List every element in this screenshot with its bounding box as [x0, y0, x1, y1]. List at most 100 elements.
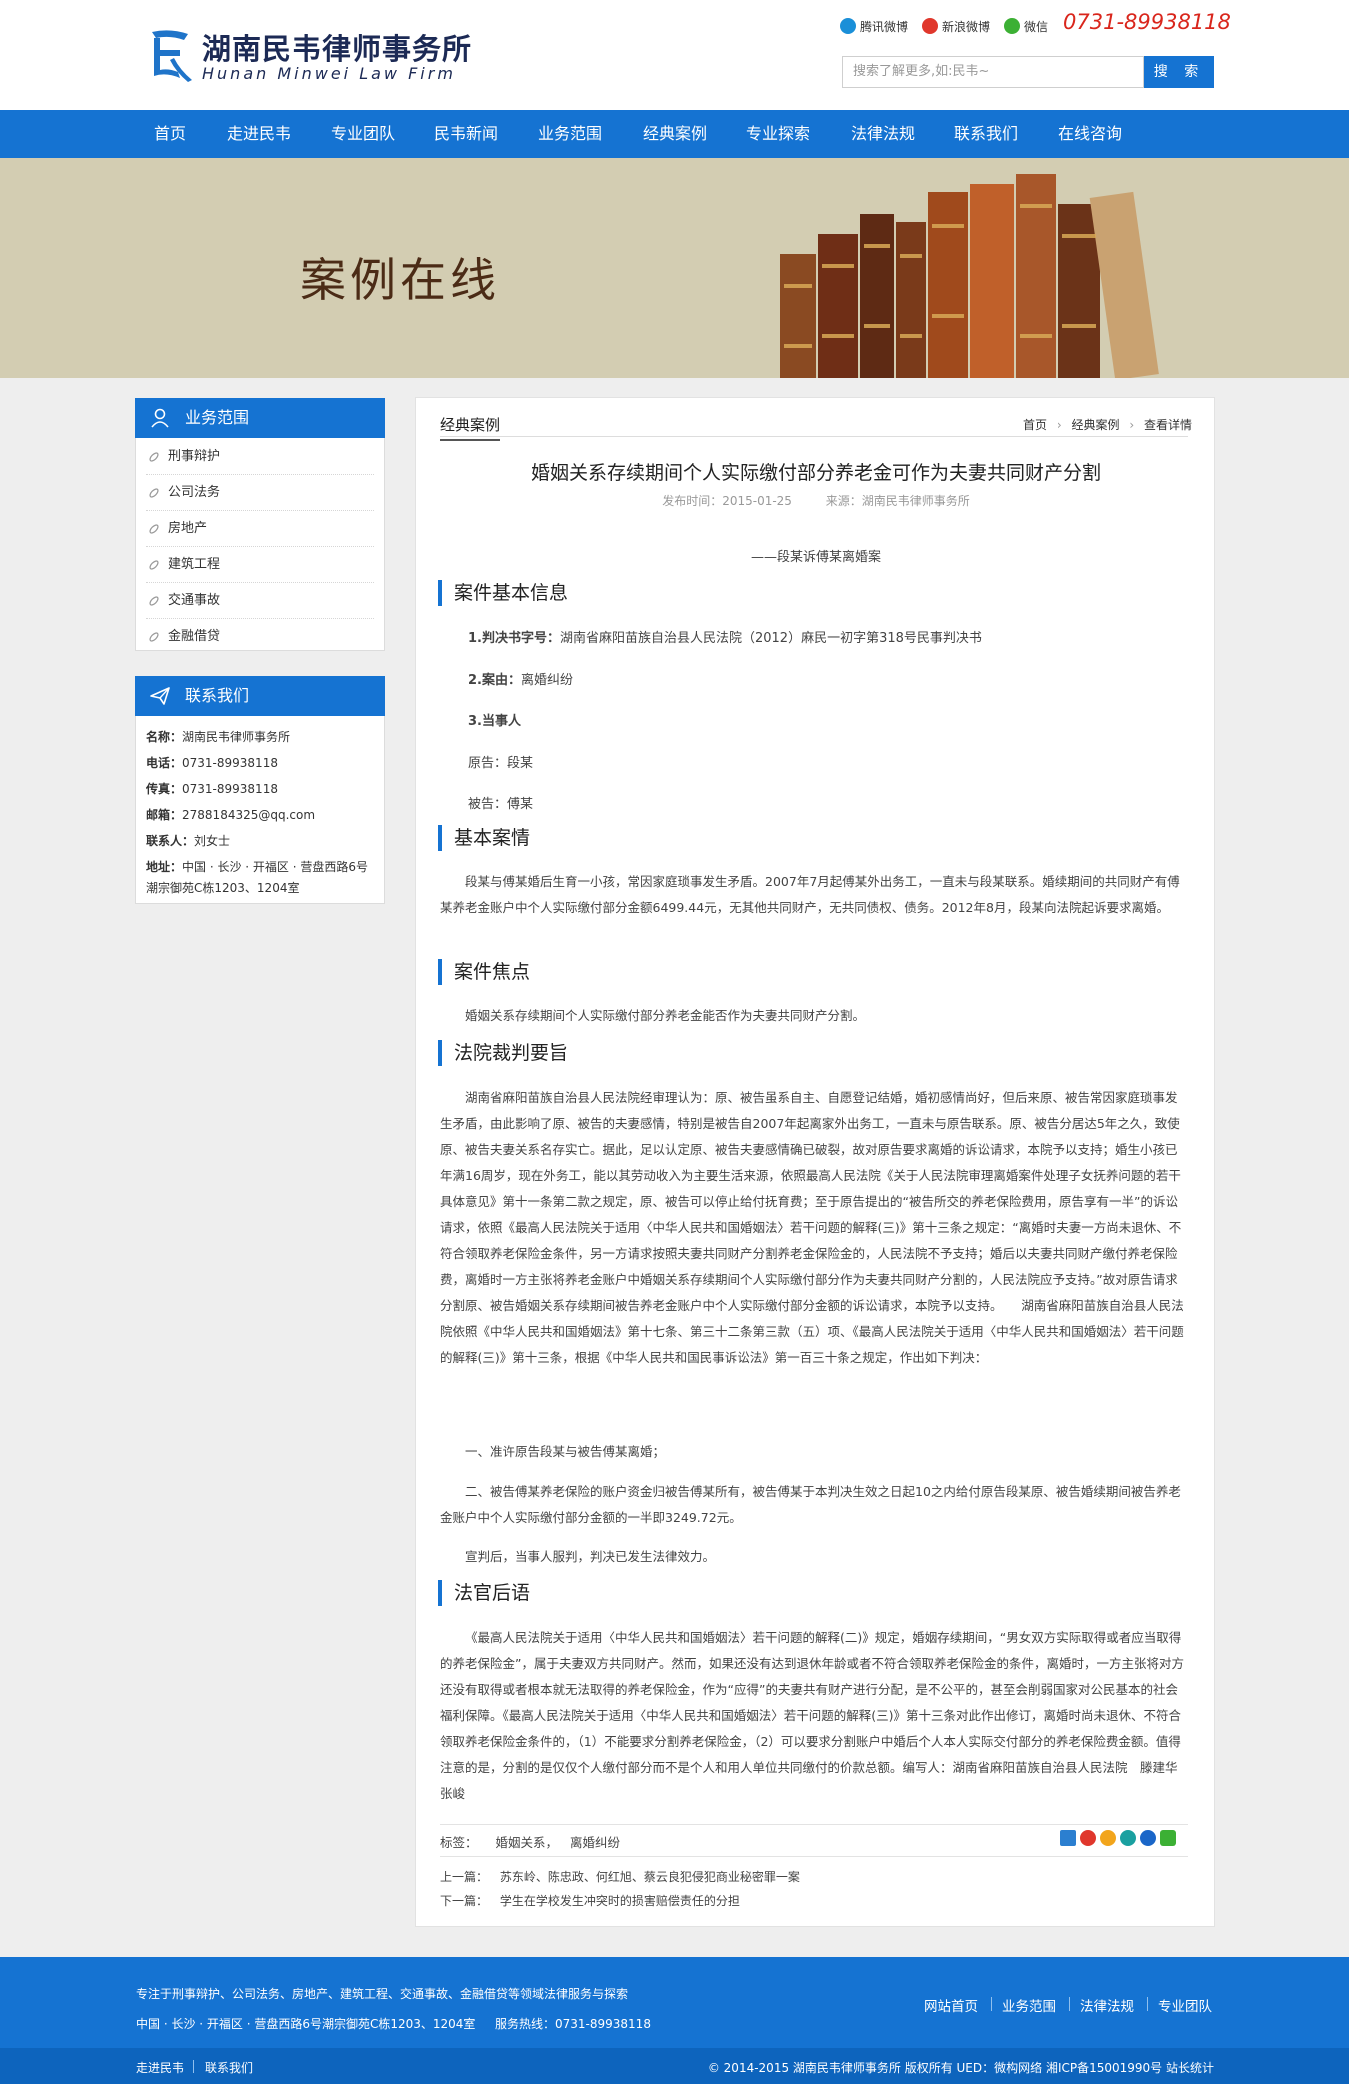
tag-link[interactable]: 离婚纠纷: [570, 1835, 620, 1850]
footer-bottom-link-contact[interactable]: 联系我们: [205, 2059, 253, 2076]
defendant: 被告：傅某: [468, 797, 534, 812]
afterword-paragraph: 《最高人民法院关于适用〈中华人民共和国婚姻法〉若干问题的解释(二)》规定，婚姻存…: [440, 1630, 1191, 1801]
verdict-2: 二、被告傅某养老保险的账户资金归被告傅某所有，被告傅某于本判决生效之日起10之内…: [440, 1484, 1181, 1525]
wechat-share-icon[interactable]: [1160, 1830, 1176, 1846]
wechat-icon: [1004, 18, 1021, 34]
footer-bottom-divider: [193, 2060, 194, 2073]
search-input[interactable]: 搜索了解更多,如:民韦~: [842, 56, 1144, 88]
footer-bottom-link-about[interactable]: 走进民韦: [136, 2059, 184, 2076]
tencent-weibo-label: 腾讯微博: [860, 19, 909, 34]
next-label: 下一篇：: [440, 1894, 489, 1908]
next-article: 下一篇： 学生在学校发生冲突时的损害赔偿责任的分担: [440, 1892, 740, 1909]
category-item[interactable]: 房地产: [146, 511, 374, 547]
pinterest-share-icon[interactable]: [1120, 1830, 1136, 1846]
plaintiff: 原告：段某: [468, 756, 534, 771]
footer-link-team[interactable]: 专业团队: [1158, 1995, 1212, 2015]
nav-item-contact[interactable]: 联系我们: [954, 110, 1018, 158]
info-cause: 2.案由：离婚纠纷: [468, 673, 573, 688]
renren-share-icon[interactable]: [1140, 1830, 1156, 1846]
share-plus-icon[interactable]: [1060, 1830, 1076, 1846]
category-label: 交通事故: [168, 593, 221, 608]
nav-item-business[interactable]: 业务范围: [538, 110, 602, 158]
footer-copyright: © 2014-2015 湖南民韦律师事务所 版权所有 UED：微构网络 湘ICP…: [707, 2061, 1214, 2075]
nav-item-news[interactable]: 民韦新闻: [434, 110, 498, 158]
nav-item-team[interactable]: 专业团队: [331, 110, 395, 158]
banner-title: 案例在线: [300, 253, 500, 307]
logo-icon[interactable]: [144, 26, 194, 84]
link-icon: [149, 560, 159, 570]
sina-weibo-label: 新浪微博: [942, 19, 991, 34]
heading-facts: 基本案情: [438, 825, 530, 851]
info-judgment-no: 1.判决书字号：湖南省麻阳苗族自治县人民法院（2012）麻民一初字第318号民事…: [468, 631, 982, 646]
next-link[interactable]: 学生在学校发生冲突时的损害赔偿责任的分担: [500, 1894, 740, 1908]
verdict-1: 一、准许原告段某与被告傅某离婚；: [465, 1444, 666, 1459]
wechat-link[interactable]: 微信: [1004, 18, 1048, 35]
verdict-3: 宣判后，当事人服判，判决已发生法律效力。: [465, 1549, 716, 1564]
footer-divider: [991, 1997, 992, 2011]
footer-link-laws[interactable]: 法律法规: [1080, 1995, 1134, 2015]
category-label: 公司法务: [168, 485, 221, 500]
contact-fax: 传真：0731-89938118: [146, 782, 278, 796]
sidebar-categories-header: 业务范围: [135, 398, 385, 438]
nav-item-consult[interactable]: 在线咨询: [1058, 110, 1122, 158]
qzone-share-icon[interactable]: [1100, 1830, 1116, 1846]
category-item[interactable]: 金融借贷: [146, 619, 374, 655]
link-icon: [149, 524, 159, 534]
prev-link[interactable]: 苏东岭、陈忠政、何红旭、蔡云良犯侵犯商业秘密罪一案: [500, 1870, 800, 1884]
sina-weibo-icon: [922, 18, 939, 34]
social-links: 腾讯微博 新浪微博 微信: [840, 16, 1062, 36]
category-label: 金融借贷: [168, 629, 221, 644]
sidebar-contact: 联系我们 名称：湖南民韦律师事务所 电话：0731-89938118 传真：07…: [135, 676, 385, 904]
share-bar: [1060, 1830, 1176, 1848]
nav-item-home[interactable]: 首页: [154, 110, 186, 158]
category-item[interactable]: 建筑工程: [146, 547, 374, 583]
category-label: 刑事辩护: [168, 449, 221, 464]
publish-date: 发布时间：2015-01-25: [662, 494, 792, 508]
header-phone: 0731-89938118: [1063, 10, 1231, 34]
prev-label: 上一篇：: [440, 1870, 489, 1884]
category-label: 建筑工程: [168, 557, 221, 572]
books-illustration: [780, 174, 1159, 378]
article-title: 婚姻关系存续期间个人实际缴付部分养老金可作为夫妻共同财产分割: [530, 462, 1101, 484]
breadcrumb-current: 查看详情: [1143, 418, 1192, 432]
ruling-paragraph: 湖南省麻阳苗族自治县人民法院经审理认为：原、被告虽系自主、自愿登记结婚，婚初感情…: [440, 1090, 1184, 1365]
tencent-weibo-link[interactable]: 腾讯微博: [840, 18, 908, 35]
category-item[interactable]: 刑事辩护: [146, 439, 374, 475]
nav-item-about[interactable]: 走进民韦: [227, 110, 291, 158]
article-panel: 经典案例 首页 › 经典案例 › 查看详情 婚姻关系存续期间个人实际缴付部分养老…: [415, 397, 1215, 1927]
link-icon: [149, 452, 159, 462]
breadcrumb: 首页 › 经典案例 › 查看详情: [1023, 416, 1192, 433]
wechat-label: 微信: [1024, 19, 1049, 34]
footer-link-home[interactable]: 网站首页: [924, 1995, 978, 2015]
footer-bottom-bar: 走进民韦 联系我们 © 2014-2015 湖南民韦律师事务所 版权所有 UED…: [0, 2048, 1349, 2084]
link-icon: [149, 596, 159, 606]
breadcrumb-cases[interactable]: 经典案例: [1072, 418, 1120, 432]
sidebar-contact-header: 联系我们: [135, 676, 385, 716]
tags-divider-top: [440, 1824, 1188, 1825]
sina-weibo-link[interactable]: 新浪微博: [922, 18, 990, 35]
footer-link-business[interactable]: 业务范围: [1002, 1995, 1056, 2015]
category-item[interactable]: 公司法务: [146, 475, 374, 511]
logo-title-cn[interactable]: 湖南民韦律师事务所: [202, 26, 472, 68]
nav-item-laws[interactable]: 法律法规: [851, 110, 915, 158]
nav-item-cases[interactable]: 经典案例: [643, 110, 707, 158]
footer-address: 中国 · 长沙 · 开福区 · 营盘西路6号潮宗御苑C栋1203、1204室: [136, 2017, 476, 2031]
article-subtitle: ——段某诉傅某离婚案: [750, 550, 881, 565]
contact-email[interactable]: 邮箱：2788184325@qq.com: [146, 802, 378, 828]
sina-weibo-share-icon[interactable]: [1080, 1830, 1096, 1846]
focus-paragraph: 婚姻关系存续期间个人实际缴付部分养老金能否作为夫妻共同财产分割。: [465, 1008, 866, 1023]
category-item[interactable]: 交通事故: [146, 583, 374, 619]
contact-phone: 电话：0731-89938118: [146, 756, 278, 770]
heading-basic-info: 案件基本信息: [438, 580, 568, 606]
sidebar-contact-title: 联系我们: [185, 686, 250, 705]
nav-item-explore[interactable]: 专业探索: [746, 110, 810, 158]
tag-link[interactable]: 婚姻关系，: [496, 1835, 559, 1850]
breadcrumb-home[interactable]: 首页: [1023, 418, 1047, 432]
site-header: 湖南民韦律师事务所 Hunan Minwei Law Firm 腾讯微博 新浪微…: [0, 0, 1349, 110]
link-icon: [149, 632, 159, 642]
sidebar-categories: 业务范围 刑事辩护 公司法务 房地产 建筑工程 交通事故 金融借贷: [135, 398, 385, 651]
tencent-weibo-icon: [840, 18, 856, 34]
logo-title-en: Hunan Minwei Law Firm: [202, 64, 456, 83]
search-button[interactable]: 搜 索: [1144, 56, 1214, 88]
breadcrumb-sep-icon: ›: [1056, 418, 1062, 432]
